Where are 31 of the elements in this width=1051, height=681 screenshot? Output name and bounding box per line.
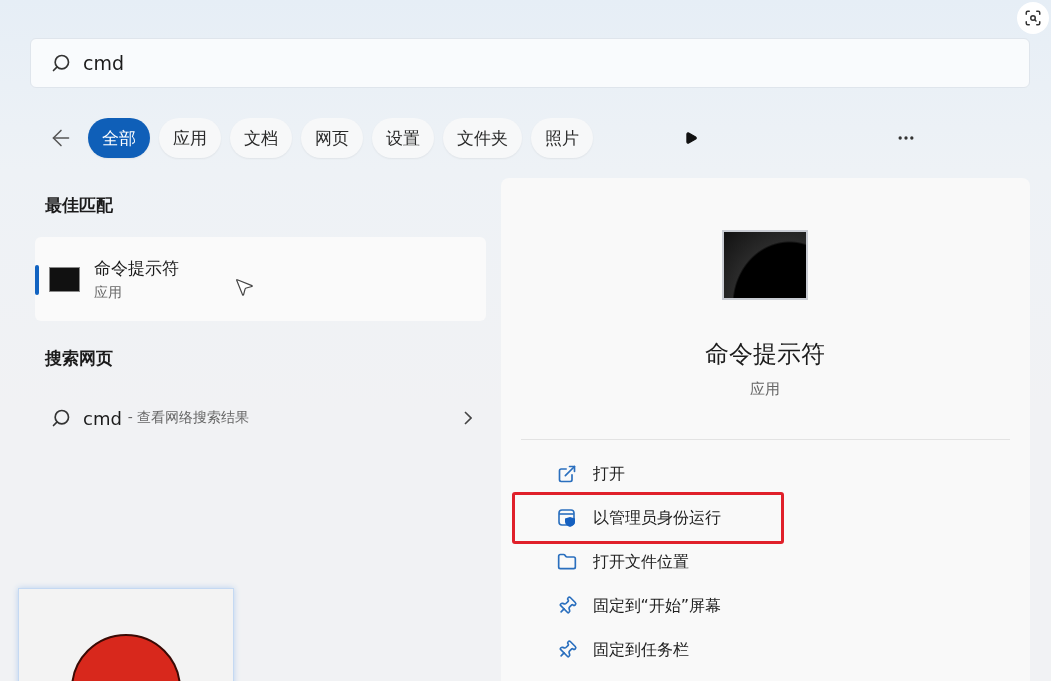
filter-tab[interactable]: 全部 xyxy=(88,118,150,158)
cursor-icon xyxy=(233,276,255,298)
best-match-card[interactable]: 命令提示符 应用 xyxy=(35,237,486,321)
external-link-icon xyxy=(556,464,577,484)
action-item[interactable]: 以管理员身份运行 xyxy=(511,492,784,544)
hint-text: - 查看网络搜索结果 xyxy=(127,409,251,427)
filter-tab[interactable]: 网页 xyxy=(301,118,363,158)
filter-tab[interactable]: 应用 xyxy=(159,118,221,158)
filter-tab[interactable]: 设置 xyxy=(372,118,434,158)
web-search-item[interactable]: cmd - 查看网络搜索结果 xyxy=(35,398,486,438)
filter-tab[interactable]: 文件夹 xyxy=(443,118,522,158)
app-name: 命令提示符 xyxy=(94,256,179,280)
screenshot-button[interactable] xyxy=(1017,2,1049,34)
filter-tab[interactable]: 照片 xyxy=(531,118,593,158)
search-icon xyxy=(51,408,71,428)
selection-indicator xyxy=(35,265,39,295)
search-field[interactable]: cmd xyxy=(30,38,1030,88)
scan-icon xyxy=(1024,9,1042,27)
app-type: 应用 xyxy=(94,283,123,302)
app-name: 命令提示符 xyxy=(705,339,826,370)
section-heading: 最佳匹配 xyxy=(44,194,114,217)
terminal-icon xyxy=(722,230,809,300)
chevron-right-icon xyxy=(463,411,472,425)
folder-icon xyxy=(556,552,577,572)
filter-tab[interactable]: 文档 xyxy=(230,118,292,158)
terminal-icon xyxy=(49,266,80,292)
shield-window-icon xyxy=(556,508,577,528)
app-type: 应用 xyxy=(750,380,781,399)
query-text: cmd xyxy=(83,407,122,429)
section-heading: 搜索网页 xyxy=(43,347,114,370)
search-icon xyxy=(51,53,71,73)
